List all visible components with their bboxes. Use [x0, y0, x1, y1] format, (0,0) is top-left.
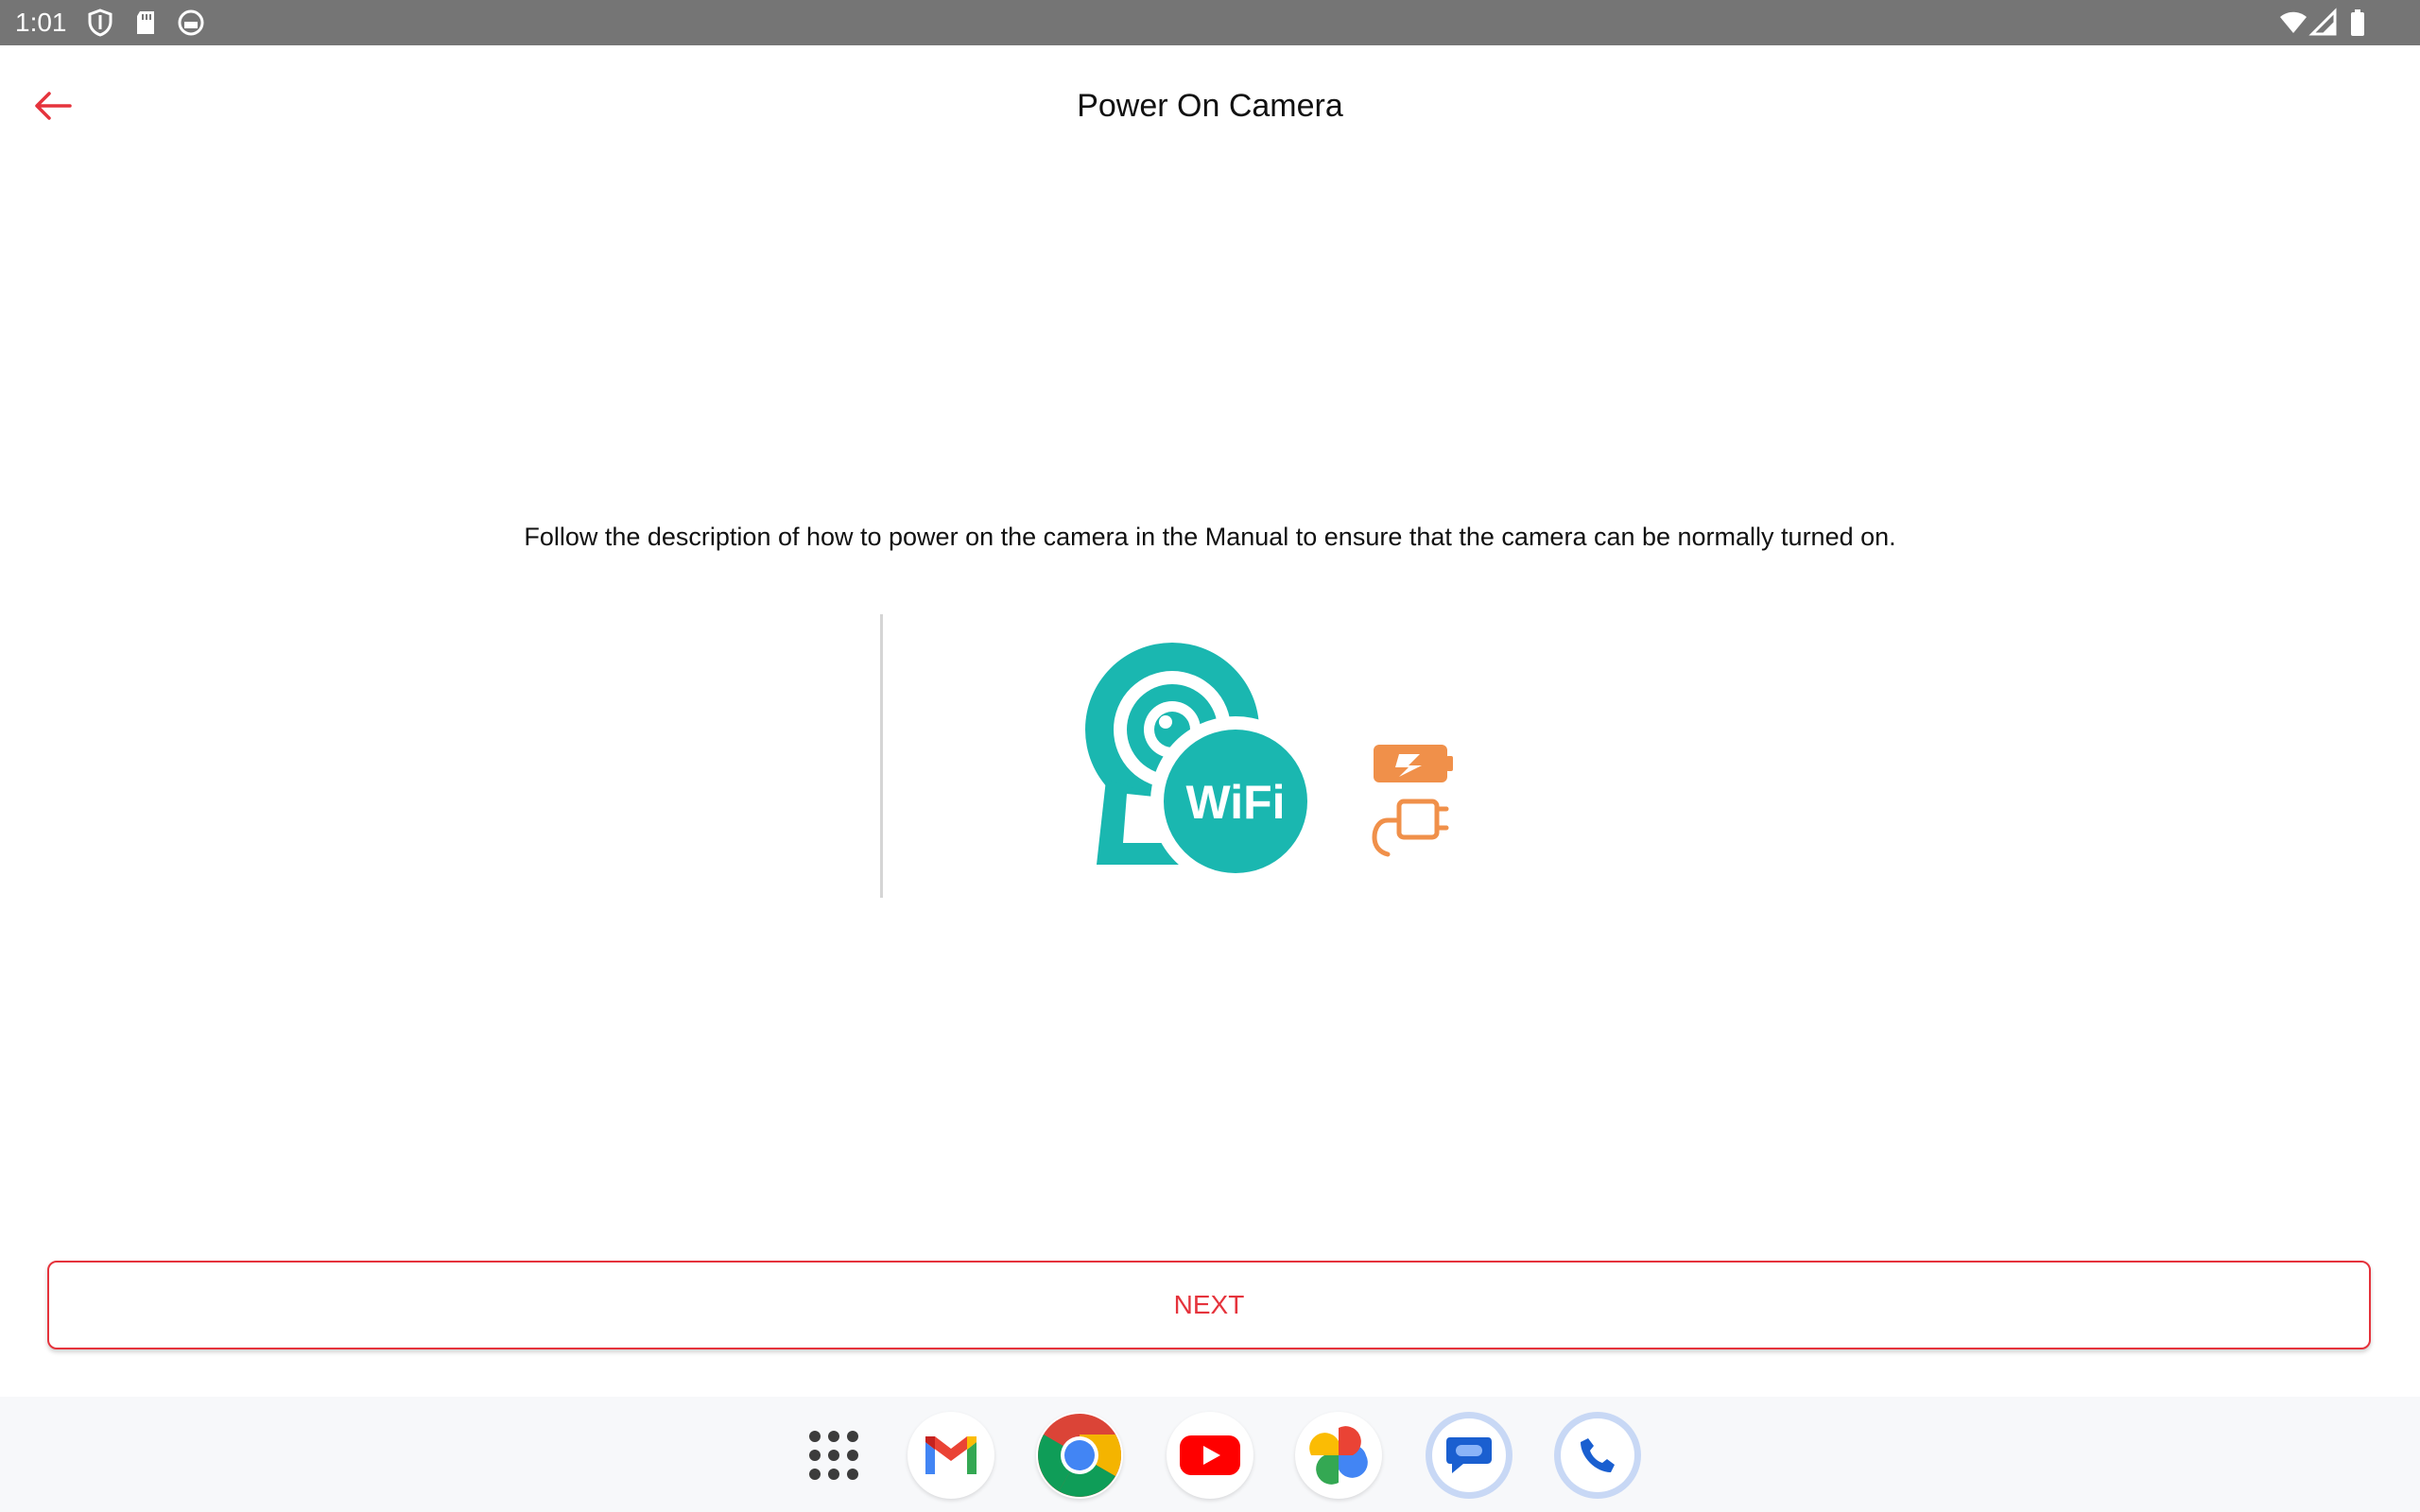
- apps-grid-icon: [809, 1431, 858, 1480]
- messages-icon: [1446, 1437, 1492, 1473]
- app-dock: [0, 1397, 2420, 1512]
- phone-app[interactable]: [1554, 1412, 1641, 1499]
- shield-icon: [88, 9, 112, 37]
- wifi-icon: [2280, 11, 2307, 33]
- gmail-app[interactable]: [908, 1412, 994, 1499]
- app-circle-icon: [178, 9, 204, 36]
- phone-icon: [1581, 1438, 1615, 1472]
- power-adapter-icon: [1372, 799, 1449, 857]
- cellular-signal-icon: [2308, 8, 2337, 36]
- wifi-badge-text: WiFi: [1185, 776, 1285, 829]
- next-button[interactable]: NEXT: [47, 1261, 2371, 1349]
- chrome-icon: [1038, 1414, 1121, 1497]
- photos-icon: [1309, 1426, 1368, 1485]
- sd-card-icon: [137, 11, 154, 34]
- divider: [880, 614, 883, 898]
- battery-icon: [2351, 9, 2364, 36]
- youtube-icon: [1180, 1435, 1240, 1475]
- photos-app[interactable]: [1295, 1412, 1382, 1499]
- status-time: 1:01: [15, 8, 67, 37]
- status-bar: 1:01: [0, 0, 2420, 45]
- instruction-text: Follow the description of how to power o…: [524, 523, 1896, 551]
- messages-app[interactable]: [1426, 1412, 1512, 1499]
- gmail-icon: [925, 1436, 977, 1474]
- youtube-app[interactable]: [1167, 1412, 1253, 1499]
- page-title: Power On Camera: [1077, 88, 1343, 124]
- app-drawer-button[interactable]: [790, 1412, 877, 1499]
- chrome-app[interactable]: [1036, 1412, 1123, 1499]
